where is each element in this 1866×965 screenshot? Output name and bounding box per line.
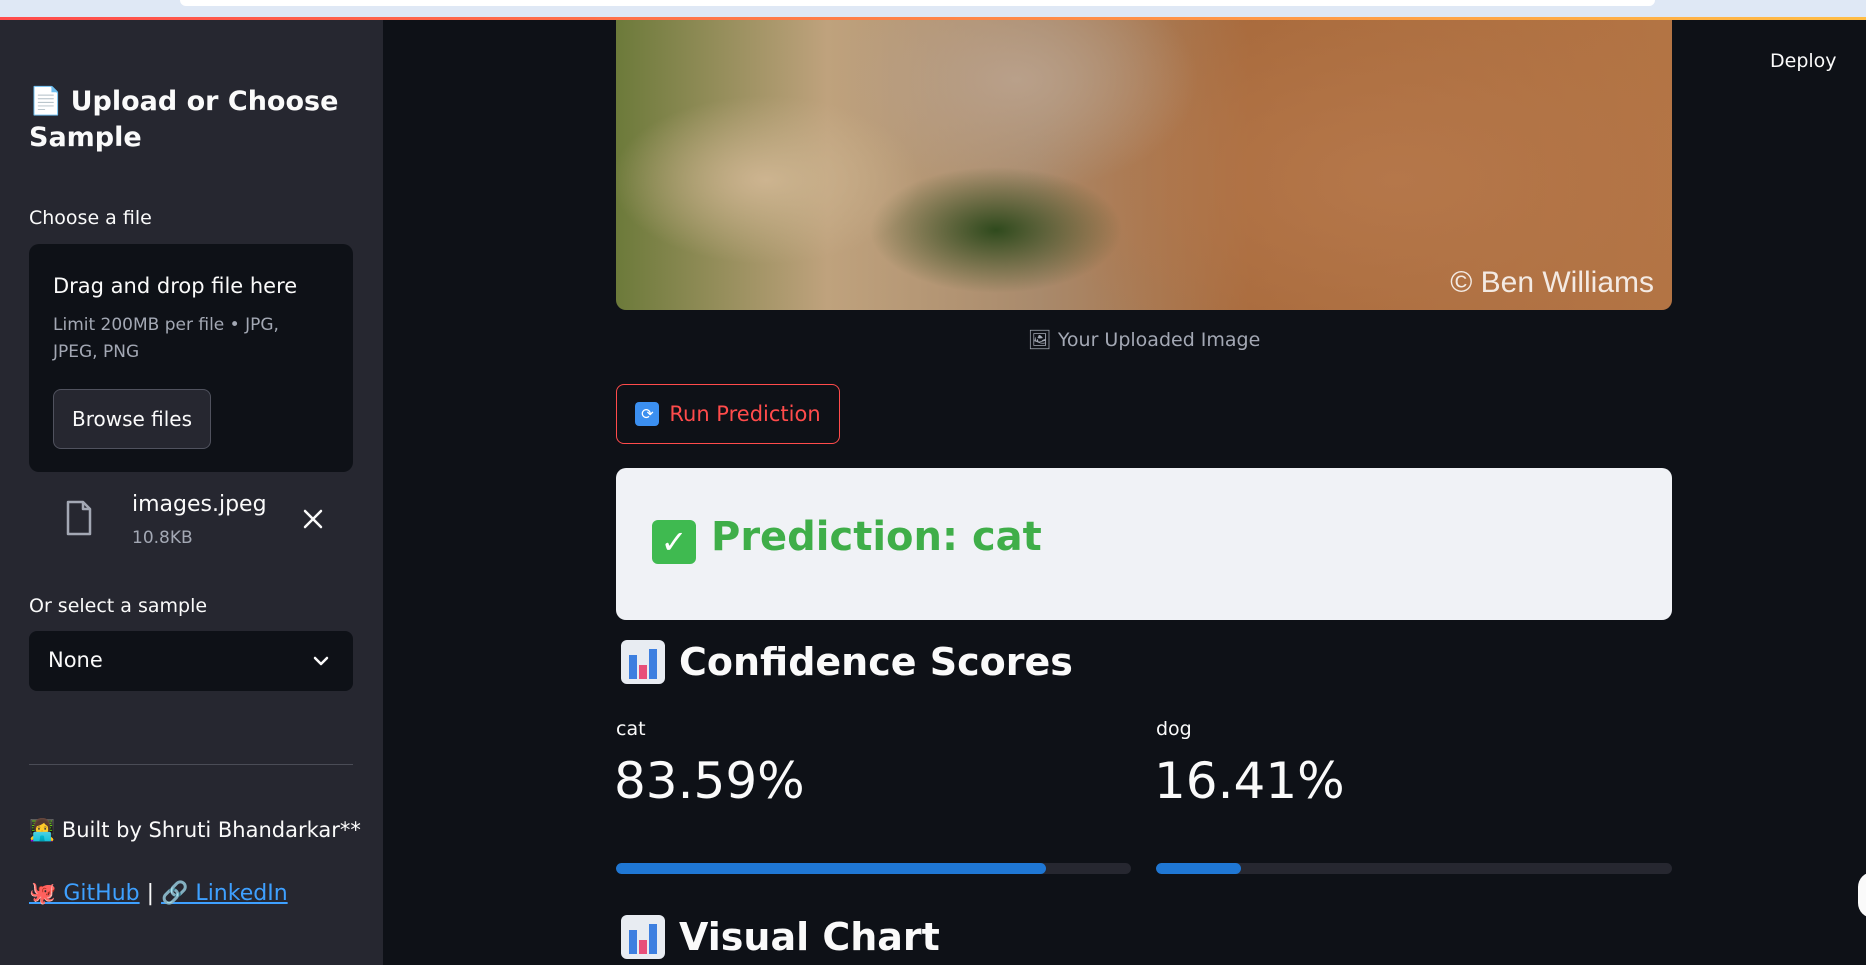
sample-select-label: Or select a sample: [29, 595, 208, 617]
sample-select[interactable]: None: [29, 631, 353, 691]
visual-chart-heading: Visual Chart: [621, 915, 940, 959]
close-icon[interactable]: [302, 508, 324, 530]
bar-chart-icon: [621, 915, 665, 959]
github-link[interactable]: 🐙 GitHub: [29, 881, 140, 906]
repeat-icon: ⟳: [635, 402, 660, 426]
built-by-text: 👩‍💻 Built by Shruti Bhandarkar**: [29, 818, 361, 842]
sidebar-title-text: Upload or Choose Sample: [29, 86, 339, 153]
uploaded-file-row: images.jpeg 10.8KB: [29, 484, 353, 554]
file-uploader-label: Choose a file: [29, 207, 152, 229]
confidence-heading: Confidence Scores: [621, 640, 1073, 684]
link-separator: |: [146, 881, 155, 906]
metric-value-cat: 83.59%: [614, 752, 805, 810]
browser-chrome: [0, 0, 1866, 20]
bar-chart-icon: [621, 640, 665, 684]
visual-chart-heading-text: Visual Chart: [679, 915, 940, 959]
run-prediction-button[interactable]: ⟳ Run Prediction: [616, 384, 840, 444]
prediction-text: Prediction: cat: [711, 514, 1042, 560]
linkedin-link[interactable]: 🔗 LinkedIn: [161, 881, 288, 906]
scroll-indicator[interactable]: [1858, 872, 1866, 918]
sidebar-divider: [29, 764, 353, 765]
confidence-heading-text: Confidence Scores: [679, 640, 1073, 684]
file-dropzone[interactable]: Drag and drop file here Limit 200MB per …: [29, 244, 353, 472]
run-prediction-label: Run Prediction: [669, 402, 821, 426]
image-caption: 🖼 Your Uploaded Image: [1027, 329, 1261, 351]
check-mark-icon: ✓: [652, 520, 696, 564]
metric-label-dog: dog: [1156, 718, 1192, 740]
browse-files-button[interactable]: Browse files: [53, 389, 211, 449]
progress-bar-cat: [616, 863, 1131, 874]
dropzone-limit: Limit 200MB per file • JPG, JPEG, PNG: [53, 315, 279, 362]
image-watermark: © Ben Williams: [1450, 266, 1654, 299]
file-icon: [66, 500, 92, 536]
browser-address-bar[interactable]: [180, 0, 1655, 6]
progress-fill-cat: [616, 863, 1047, 874]
metric-value-dog: 16.41%: [1154, 752, 1345, 810]
chevron-down-icon: [313, 656, 329, 666]
uploaded-image: © Ben Williams: [616, 20, 1672, 310]
social-links: 🐙 GitHub | 🔗 LinkedIn: [29, 881, 288, 906]
sidebar-title: 📄 Upload or Choose Sample: [29, 84, 359, 156]
progress-fill-dog: [1156, 863, 1241, 874]
prediction-result-box: ✓ Prediction: cat: [616, 468, 1672, 620]
metric-label-cat: cat: [616, 718, 646, 740]
document-icon: 📄: [29, 86, 63, 117]
uploaded-file-name: images.jpeg: [132, 492, 267, 517]
dropzone-title: Drag and drop file here: [53, 274, 298, 298]
progress-bar-dog: [1156, 863, 1672, 874]
uploaded-file-size: 10.8KB: [132, 528, 193, 548]
sample-select-value: None: [48, 648, 103, 672]
deploy-button[interactable]: Deploy: [1770, 50, 1837, 72]
